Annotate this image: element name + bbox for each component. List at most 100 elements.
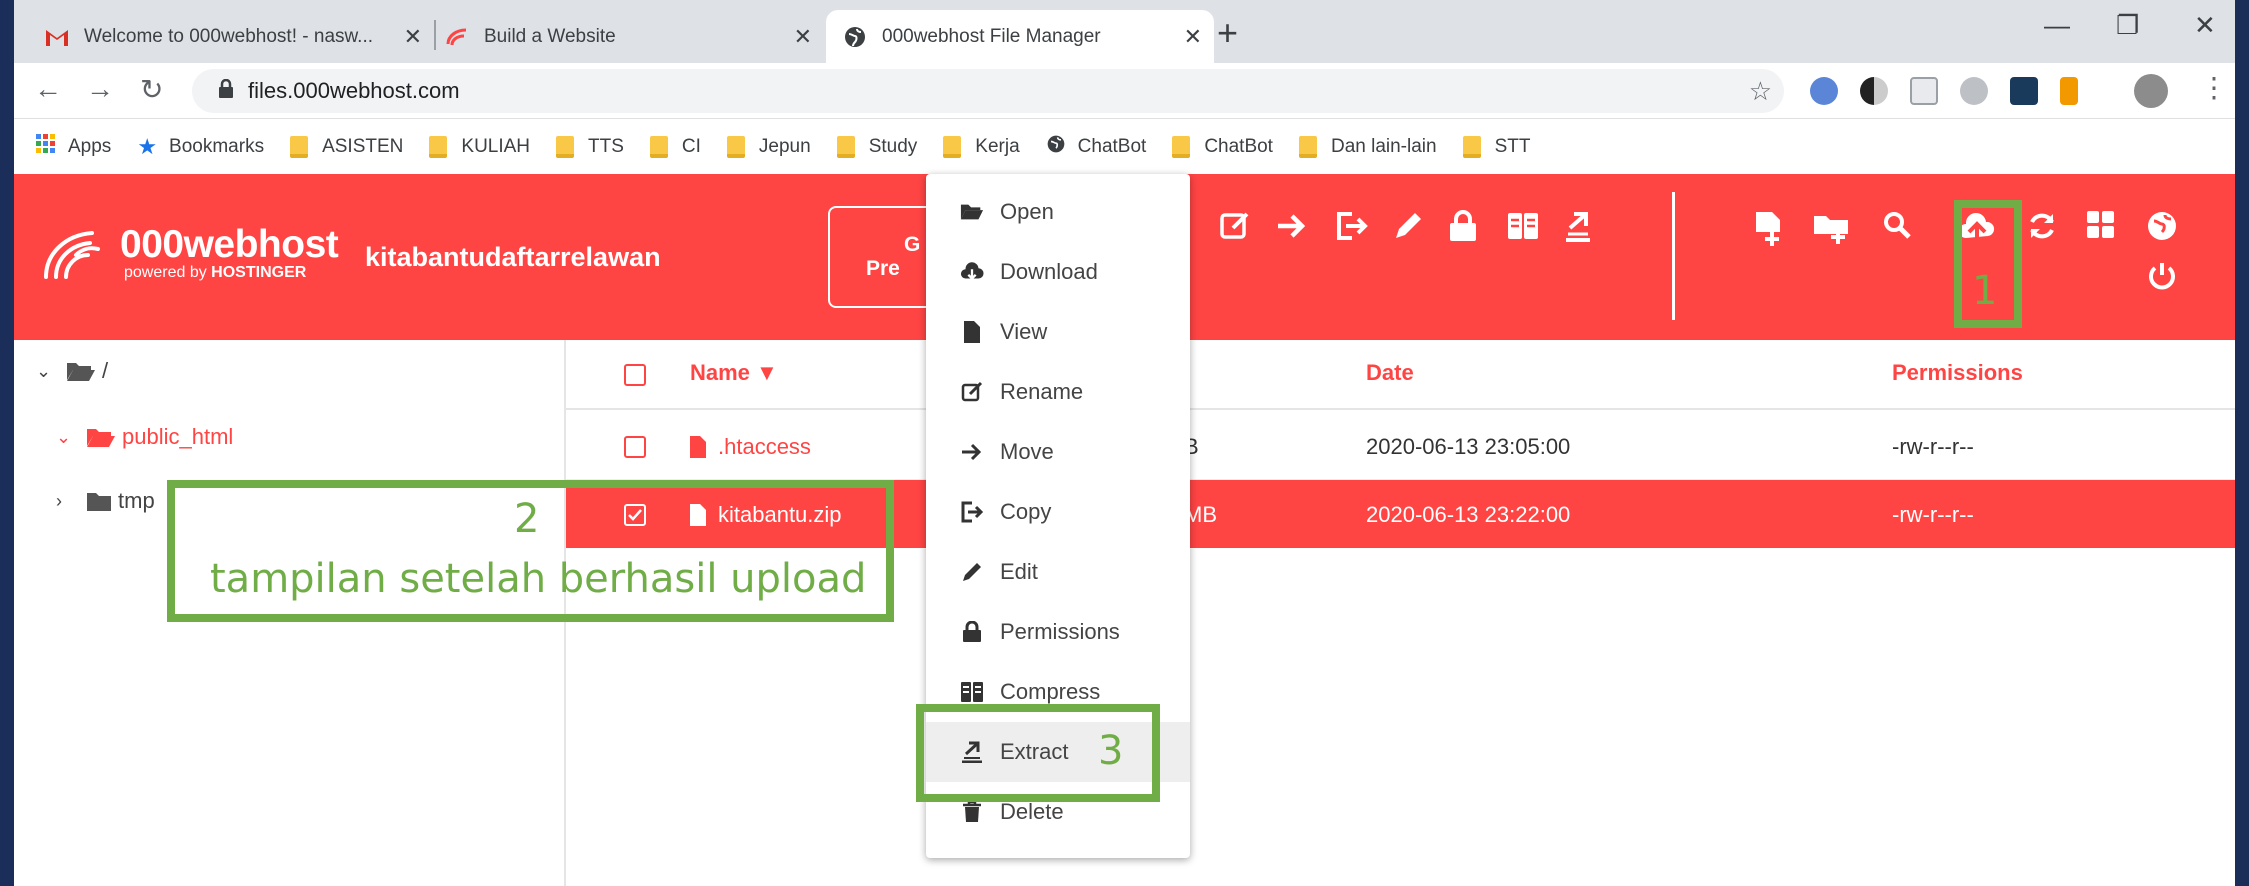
menu-dots-icon[interactable]: ⋮	[2200, 71, 2228, 104]
search-icon[interactable]	[1882, 210, 1912, 248]
tab-gmail[interactable]: Welcome to 000webhost! - nasw... ✕	[44, 10, 434, 63]
file-permissions: -rw-r--r--	[1892, 502, 1974, 527]
close-icon[interactable]: ✕	[1184, 24, 1202, 50]
minimize-icon[interactable]: —	[2044, 10, 2070, 41]
copy-icon[interactable]	[1334, 210, 1368, 250]
refresh-icon[interactable]	[2026, 210, 2058, 250]
forward-icon[interactable]: →	[86, 73, 114, 105]
tree-item-public-html[interactable]: ⌄ public_html	[56, 424, 233, 450]
tab-file-manager[interactable]: 000webhost File Manager ✕	[826, 10, 1214, 63]
bookmark-folder[interactable]: Jepun	[726, 136, 811, 158]
menu-item-move[interactable]: Move	[926, 422, 1190, 482]
bookmark-bookmarks[interactable]: ★ Bookmarks	[137, 134, 264, 160]
move-icon[interactable]	[1276, 210, 1308, 250]
tree-item-tmp[interactable]: › tmp	[56, 488, 155, 514]
permissions-icon[interactable]	[1448, 210, 1478, 250]
column-name[interactable]: Name ▼	[690, 360, 778, 386]
tab-title: Build a Website	[484, 25, 616, 47]
language-globe-icon[interactable]	[2146, 210, 2178, 250]
ublock-extension-icon[interactable]	[2010, 77, 2038, 105]
back-icon[interactable]: ←	[34, 73, 62, 105]
menu-item-open[interactable]: Open	[926, 182, 1190, 242]
bookmark-label: Study	[868, 136, 918, 157]
tree-label: public_html	[122, 424, 234, 449]
table-row[interactable]: .htaccess B 2020-06-13 23:05:00 -rw-r--r…	[566, 412, 2235, 480]
menu-label: Open	[1000, 199, 1054, 224]
menu-item-edit[interactable]: Edit	[926, 542, 1190, 602]
document-extension-icon[interactable]	[1910, 77, 1938, 105]
tree-label: /	[102, 358, 109, 383]
opera-extension-icon[interactable]	[1810, 77, 1838, 105]
close-icon[interactable]: ✕	[794, 24, 812, 50]
bookmark-folder[interactable]: Kerja	[943, 136, 1020, 158]
bookmark-folder[interactable]: TTS	[556, 136, 624, 158]
annotation-number-1: 1	[1972, 268, 1998, 314]
chevron-right-icon: ›	[56, 490, 62, 511]
file-name: .htaccess	[718, 434, 811, 459]
menu-item-permissions[interactable]: Permissions	[926, 602, 1190, 662]
bookmark-chatbot-site[interactable]: ChatBot	[1046, 134, 1146, 160]
tab-build-website[interactable]: Build a Website ✕	[444, 10, 824, 63]
go-premium-button[interactable]: G Pre	[828, 206, 938, 308]
new-tab-button[interactable]: +	[1217, 12, 1238, 54]
copy-sign-out-icon	[960, 501, 984, 523]
power-icon[interactable]	[2146, 260, 2178, 300]
select-all-checkbox[interactable]	[624, 364, 646, 386]
edit-icon[interactable]	[1392, 210, 1424, 250]
bookmark-star-icon[interactable]: ☆	[1749, 76, 1772, 107]
menu-label: Compress	[1000, 679, 1101, 704]
menu-item-copy[interactable]: Copy	[926, 482, 1190, 542]
archive-icon	[960, 681, 984, 703]
column-permissions[interactable]: Permissions	[1892, 360, 2023, 386]
new-folder-icon[interactable]	[1812, 210, 1852, 254]
compress-icon[interactable]	[1506, 210, 1540, 250]
reload-icon[interactable]: ↻	[140, 73, 163, 106]
menu-item-download[interactable]: Download	[926, 242, 1190, 302]
new-file-icon[interactable]	[1754, 210, 1786, 256]
annotation-number-2: 2	[514, 496, 540, 542]
tab-title: Welcome to 000webhost! - nasw...	[84, 25, 374, 47]
bookmark-folder[interactable]: KULIAH	[429, 136, 530, 158]
bookmark-folder[interactable]: STT	[1462, 136, 1530, 158]
bookmark-apps[interactable]: Apps	[36, 134, 111, 160]
folder-icon	[86, 490, 112, 512]
folder-icon	[836, 136, 855, 158]
web-extension-icon[interactable]	[1960, 77, 1988, 105]
brand-logo[interactable]: 000webhost powered by HOSTINGER	[40, 225, 339, 282]
row-checkbox[interactable]	[624, 436, 646, 458]
tree-root[interactable]: ⌄ /	[36, 358, 108, 384]
bookmarks-bar: Apps ★ Bookmarks ASISTEN KULIAH TTS CI J…	[14, 120, 2235, 174]
url-text: files.000webhost.com	[248, 78, 460, 103]
folder-icon	[556, 136, 575, 158]
grid-view-icon[interactable]	[2086, 210, 2116, 248]
folder-icon	[290, 136, 309, 158]
window-close-icon[interactable]: ✕	[2194, 10, 2216, 41]
folder-icon	[726, 136, 745, 158]
folder-icon	[943, 136, 962, 158]
extract-icon[interactable]	[1562, 210, 1594, 250]
bookmark-folder[interactable]: Dan lain-lain	[1298, 136, 1437, 158]
rename-icon[interactable]	[1219, 210, 1251, 250]
orange-extension-icon[interactable]	[2060, 77, 2078, 105]
profile-avatar[interactable]	[2134, 74, 2168, 108]
file-icon	[960, 321, 984, 343]
annotation-caption: tampilan setelah berhasil upload	[210, 556, 867, 602]
column-date[interactable]: Date	[1366, 360, 1414, 386]
address-bar[interactable]: files.000webhost.com ☆	[192, 69, 1784, 113]
restore-icon[interactable]: ❐	[2116, 10, 2139, 41]
bookmark-folder[interactable]: CI	[649, 136, 701, 158]
bookmark-folder[interactable]: ChatBot	[1172, 136, 1273, 158]
dark-mode-extension-icon[interactable]	[1860, 77, 1888, 105]
tab-strip: Welcome to 000webhost! - nasw... ✕ Build…	[14, 0, 2235, 63]
brand-sub-name: HOSTINGER	[211, 264, 307, 281]
chevron-down-icon: ⌄	[36, 360, 52, 381]
menu-item-rename[interactable]: Rename	[926, 362, 1190, 422]
edit-square-icon	[960, 381, 984, 403]
gmail-icon	[44, 24, 70, 50]
tab-title: 000webhost File Manager	[882, 25, 1101, 47]
bookmark-folder[interactable]: Study	[836, 136, 918, 158]
close-icon[interactable]: ✕	[404, 24, 422, 50]
bookmark-folder[interactable]: ASISTEN	[290, 136, 403, 158]
menu-item-view[interactable]: View	[926, 302, 1190, 362]
folder-open-icon	[66, 360, 96, 382]
